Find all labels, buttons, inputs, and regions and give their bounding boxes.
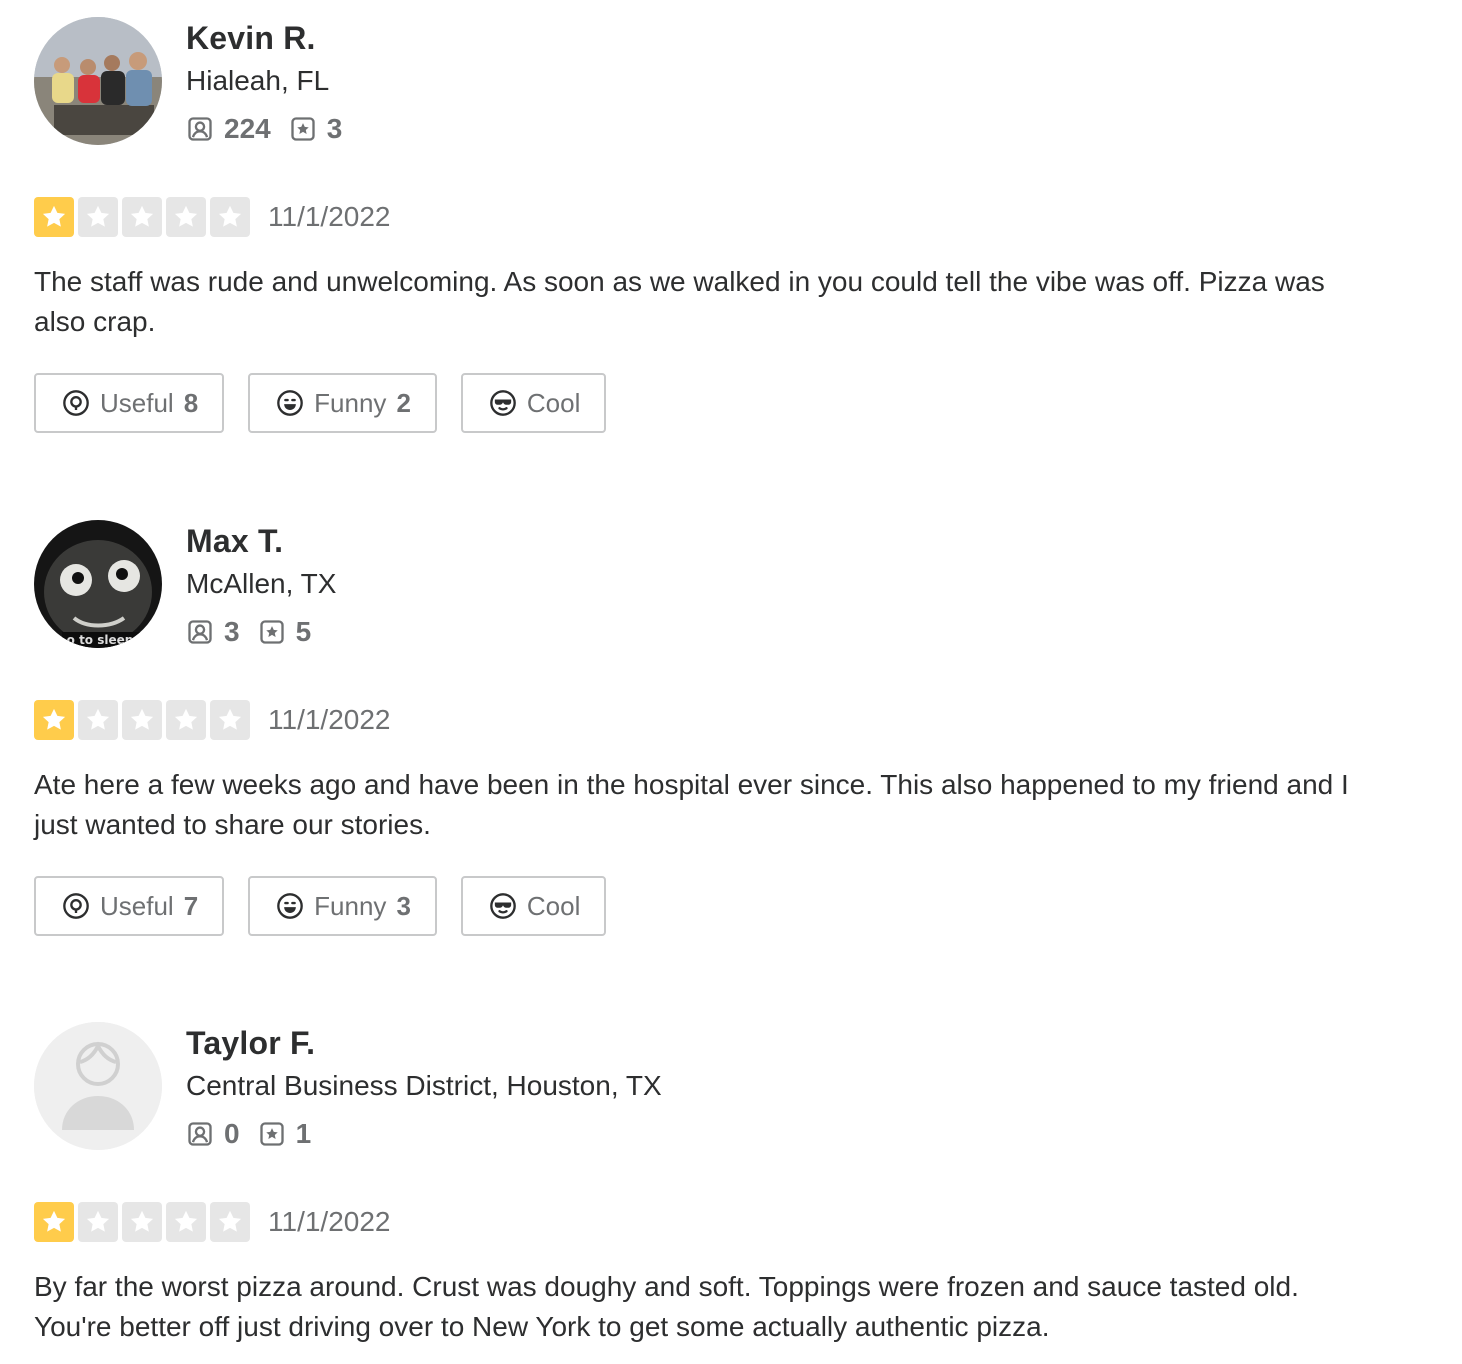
user-info: Kevin R. Hialeah, FL 224 3 bbox=[34, 17, 1364, 147]
review-star-icon bbox=[291, 117, 315, 141]
useful-button[interactable]: Useful 7 bbox=[34, 876, 225, 936]
review-star-icon bbox=[259, 620, 284, 644]
review-date: 11/1/2022 bbox=[268, 1206, 391, 1237]
useful-count: 7 bbox=[183, 890, 199, 921]
friends-icon bbox=[188, 620, 212, 644]
star-icon bbox=[78, 197, 118, 237]
useful-label: Useful bbox=[100, 387, 174, 418]
star-icon bbox=[210, 1202, 250, 1242]
cool-label: Cool bbox=[526, 890, 581, 921]
cool-icon bbox=[490, 390, 516, 416]
funny-count: 3 bbox=[396, 890, 411, 921]
review-card: o to sleep Max T. McAllen, TX 3 5 bbox=[34, 520, 1364, 650]
review-card: Taylor F. Central Business District, Hou… bbox=[34, 1022, 1364, 1152]
star-icon bbox=[78, 700, 118, 740]
review-actions: Useful 8 Funny 2 Cool bbox=[34, 373, 607, 433]
useful-button[interactable]: Useful 8 bbox=[34, 373, 225, 433]
star-icon bbox=[166, 700, 206, 740]
useful-count: 8 bbox=[183, 387, 199, 418]
review-count: 3 bbox=[326, 113, 343, 144]
useful-label: Useful bbox=[100, 890, 174, 921]
review-date: 11/1/2022 bbox=[268, 201, 391, 232]
funny-icon bbox=[277, 390, 304, 416]
review-count: 5 bbox=[295, 616, 312, 647]
funny-label: Funny bbox=[314, 890, 387, 921]
user-name[interactable]: Taylor F. bbox=[186, 1025, 315, 1062]
user-stats: 0 1 bbox=[186, 1118, 323, 1150]
avatar-photo bbox=[34, 17, 162, 145]
avatar[interactable] bbox=[34, 17, 162, 145]
star-icon bbox=[34, 197, 74, 237]
review-actions: Useful 7 Funny 3 Cool bbox=[34, 876, 607, 936]
rating-row: 11/1/2022 bbox=[34, 1202, 391, 1242]
star-icon bbox=[122, 1202, 162, 1242]
user-location: McAllen, TX bbox=[186, 568, 337, 599]
friends-stat: 0 bbox=[186, 1118, 240, 1150]
user-name[interactable]: Kevin R. bbox=[186, 20, 316, 57]
cool-button[interactable]: Cool bbox=[460, 876, 607, 936]
star-icon bbox=[166, 1202, 206, 1242]
friends-stat: 224 bbox=[186, 113, 271, 145]
star-icon bbox=[122, 700, 162, 740]
star-icon bbox=[34, 700, 74, 740]
reviews-stat: 1 bbox=[258, 1118, 312, 1150]
funny-button[interactable]: Funny 3 bbox=[248, 876, 437, 936]
user-location: Hialeah, FL bbox=[186, 65, 330, 96]
funny-count: 2 bbox=[396, 387, 411, 418]
friends-icon bbox=[188, 117, 212, 141]
user-location: Central Business District, Houston, TX bbox=[186, 1070, 662, 1101]
user-info: Taylor F. Central Business District, Hou… bbox=[34, 1022, 1364, 1152]
star-icon bbox=[210, 700, 250, 740]
rating-row: 11/1/2022 bbox=[34, 197, 391, 237]
avatar[interactable]: o to sleep bbox=[34, 520, 162, 648]
review-text: By far the worst pizza around. Crust was… bbox=[34, 1271, 1299, 1342]
useful-icon bbox=[63, 390, 89, 416]
user-stats: 224 3 bbox=[186, 113, 354, 145]
friends-stat: 3 bbox=[186, 616, 240, 648]
reviews-stat: 5 bbox=[258, 616, 312, 648]
star-icon bbox=[34, 1202, 74, 1242]
friends-icon bbox=[188, 1122, 212, 1146]
star-icon bbox=[210, 197, 250, 237]
user-stats: 3 5 bbox=[186, 616, 323, 648]
review-date: 11/1/2022 bbox=[268, 704, 391, 735]
cool-icon bbox=[490, 893, 516, 919]
star-icon bbox=[166, 197, 206, 237]
funny-label: Funny bbox=[314, 387, 387, 418]
user-name[interactable]: Max T. bbox=[186, 523, 283, 560]
rating-row: 11/1/2022 bbox=[34, 700, 391, 740]
friends-count: 3 bbox=[224, 616, 240, 647]
review-text: The staff was rude and unwelcoming. As s… bbox=[34, 266, 1325, 337]
friends-count: 0 bbox=[224, 1118, 240, 1149]
friends-count: 224 bbox=[224, 113, 271, 144]
avatar-photo: o to sleep bbox=[34, 520, 162, 648]
star-icon bbox=[78, 1202, 118, 1242]
funny-button[interactable]: Funny 2 bbox=[248, 373, 437, 433]
useful-icon bbox=[63, 893, 89, 919]
review-count: 1 bbox=[295, 1118, 312, 1149]
cool-label: Cool bbox=[526, 387, 581, 418]
review-text: Ate here a few weeks ago and have been i… bbox=[34, 769, 1349, 840]
default-avatar-icon bbox=[34, 1022, 162, 1150]
review-card: Kevin R. Hialeah, FL 224 3 bbox=[34, 17, 1364, 147]
cool-button[interactable]: Cool bbox=[460, 373, 607, 433]
review-star-icon bbox=[259, 1122, 284, 1146]
svg-text:o to sleep: o to sleep bbox=[67, 633, 134, 647]
user-info: o to sleep Max T. McAllen, TX 3 5 bbox=[34, 520, 1364, 650]
star-icon bbox=[122, 197, 162, 237]
reviews-stat: 3 bbox=[289, 113, 343, 145]
funny-icon bbox=[277, 893, 304, 919]
avatar[interactable] bbox=[34, 1022, 162, 1150]
